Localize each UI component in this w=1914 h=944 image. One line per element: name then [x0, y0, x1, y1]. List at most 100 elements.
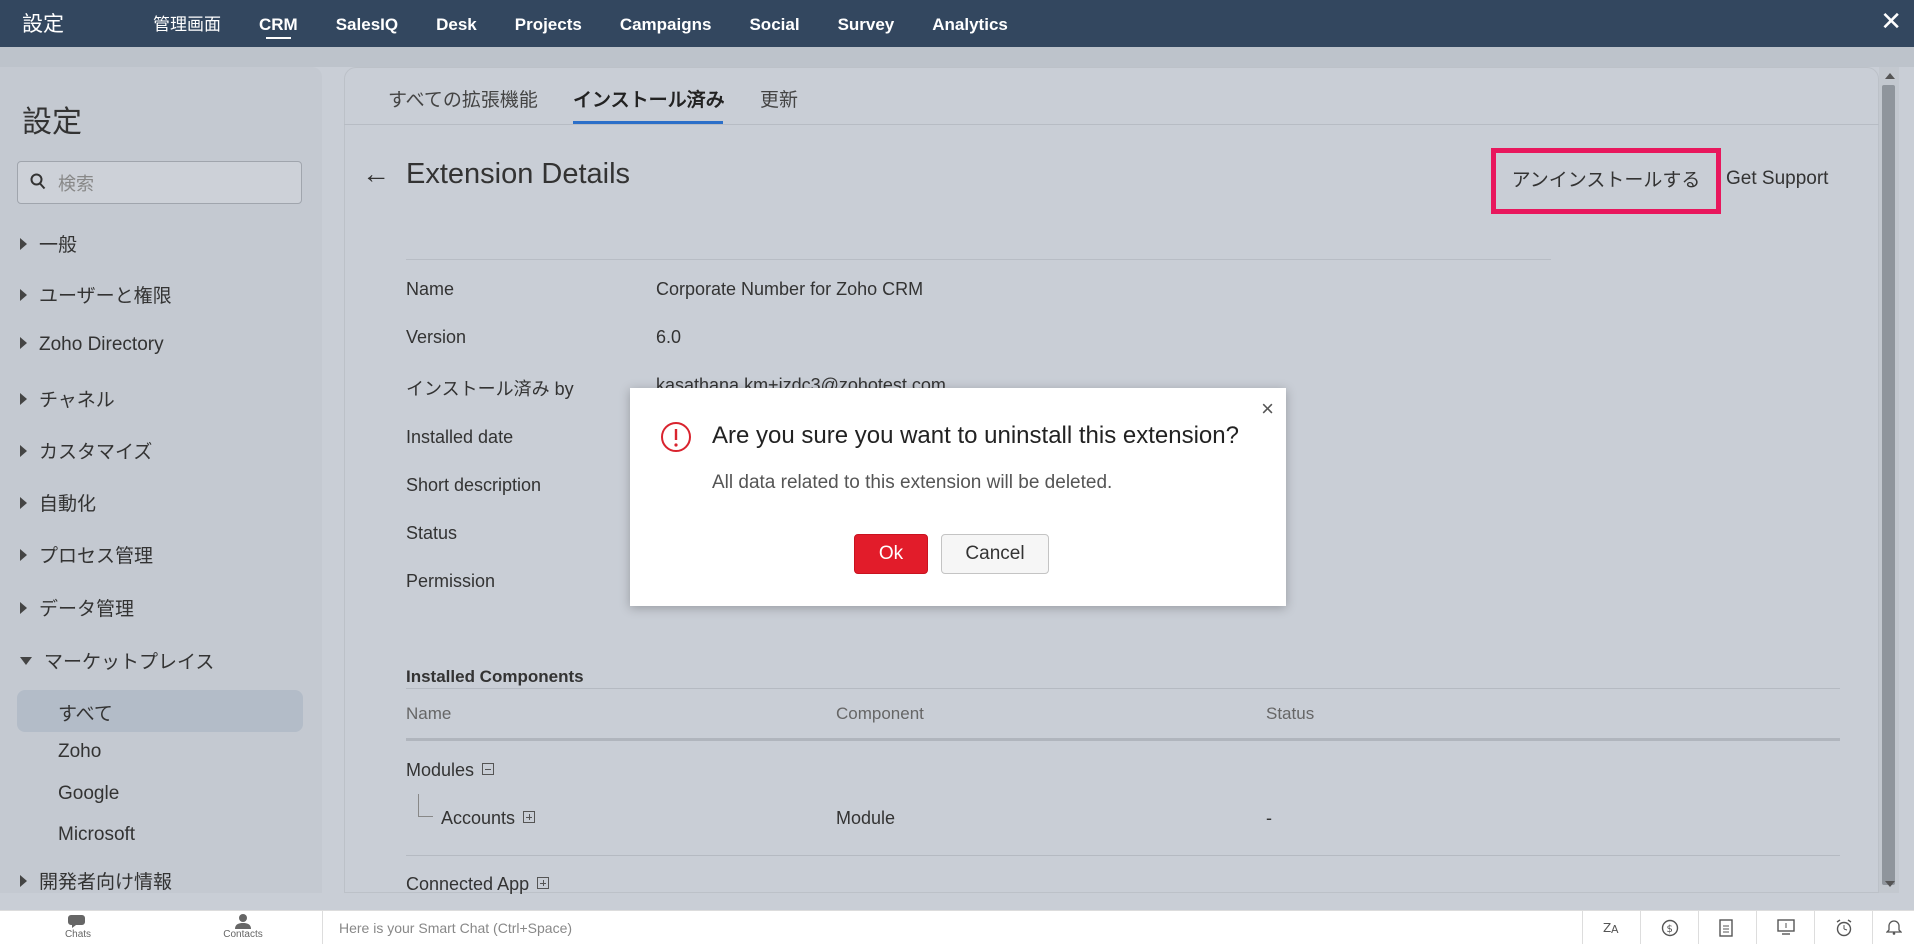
- sidebar-sub-zoho[interactable]: Zoho: [58, 741, 101, 763]
- contacts-label: Contacts: [223, 929, 263, 940]
- sidebar-item-label: チャネル: [39, 390, 115, 411]
- caret-right-icon: [20, 601, 27, 614]
- row-component: Module: [836, 808, 896, 828]
- tree-connector: [418, 794, 433, 817]
- notes-button[interactable]: [1698, 911, 1756, 944]
- caret-right-icon: [20, 392, 27, 405]
- svg-text:A: A: [1611, 923, 1619, 935]
- tabs-divider: [344, 124, 1879, 125]
- row-name: Accounts: [441, 808, 516, 828]
- nav-social[interactable]: Social: [730, 0, 818, 47]
- sidebar-item-customize[interactable]: カスタマイズ: [20, 437, 152, 464]
- currency-icon: $: [1661, 919, 1679, 937]
- get-support-link[interactable]: Get Support: [1726, 168, 1828, 190]
- sidebar-sub-microsoft[interactable]: Microsoft: [58, 824, 135, 846]
- sidebar-sub-google[interactable]: Google: [58, 783, 119, 805]
- caret-right-icon: [20, 237, 27, 250]
- sidebar-item-label: 一般: [39, 235, 78, 256]
- close-settings-icon[interactable]: ✕: [1880, 6, 1902, 37]
- caret-down-icon: [20, 656, 32, 665]
- sidebar-item-label: 自動化: [39, 494, 97, 515]
- tab-updates[interactable]: 更新: [760, 85, 798, 112]
- page-title: Extension Details: [406, 158, 631, 190]
- sidebar-item-label: プロセス管理: [39, 546, 154, 567]
- collapse-icon[interactable]: [482, 763, 495, 776]
- nav-salesiq[interactable]: SalesIQ: [317, 0, 417, 47]
- detail-value-version: 6.0: [656, 327, 682, 347]
- nav-analytics[interactable]: Analytics: [913, 0, 1027, 47]
- caret-right-icon: [20, 444, 27, 457]
- sidebar-sub-all[interactable]: すべて: [58, 699, 113, 726]
- detail-label-status: Status: [406, 523, 458, 543]
- sidebar-item-users[interactable]: ユーザーと権限: [20, 281, 172, 308]
- sidebar-item-automation[interactable]: 自動化: [20, 489, 96, 516]
- dialog-message: All data related to this extension will …: [712, 472, 1113, 493]
- sidebar-item-zoho-directory[interactable]: Zoho Directory: [20, 334, 164, 356]
- nav-desk[interactable]: Desk: [417, 0, 496, 47]
- caret-right-icon: [20, 548, 27, 561]
- sidebar-search: [17, 161, 302, 204]
- currency-button[interactable]: $: [1640, 911, 1698, 944]
- contacts-icon: [235, 914, 251, 929]
- uninstall-button[interactable]: アンインストールする: [1491, 148, 1721, 214]
- settings-sidebar: 設定 一般 ユーザーと権限 Zoho Directory チャネル カスタマイズ…: [0, 67, 322, 893]
- nav-admin[interactable]: 管理画面: [134, 0, 240, 47]
- svg-text:$: $: [1667, 924, 1673, 935]
- app-brand-title: 設定: [22, 13, 64, 36]
- installed-components-title: Installed Components: [406, 667, 584, 686]
- warning-icon: [660, 421, 692, 458]
- contacts-button[interactable]: Contacts: [220, 913, 266, 940]
- back-arrow-icon[interactable]: ←: [362, 158, 390, 190]
- detail-label-installed-by: インストール済み by: [406, 379, 574, 399]
- sidebar-item-label: カスタマイズ: [39, 442, 153, 463]
- tab-all-extensions[interactable]: すべての拡張機能: [388, 85, 538, 112]
- nav-campaigns[interactable]: Campaigns: [601, 0, 731, 47]
- sidebar-item-marketplace[interactable]: マーケットプレイス: [20, 647, 214, 674]
- sidebar-item-label: ユーザーと権限: [39, 286, 172, 307]
- tab-installed[interactable]: インストール済み: [573, 85, 725, 112]
- chats-button[interactable]: Chats: [58, 913, 98, 940]
- sidebar-item-channels[interactable]: チャネル: [20, 385, 115, 412]
- cancel-button[interactable]: Cancel: [941, 534, 1049, 574]
- group-modules[interactable]: Modules: [406, 760, 495, 781]
- sidebar-item-label: データ管理: [39, 599, 135, 620]
- nav-survey[interactable]: Survey: [819, 0, 914, 47]
- sidebar-item-data[interactable]: データ管理: [20, 594, 134, 621]
- table-row[interactable]: Accounts: [441, 808, 536, 829]
- smart-chat-input[interactable]: [337, 916, 1541, 940]
- sidebar-item-label: Zoho Directory: [39, 334, 164, 355]
- scrollbar-thumb[interactable]: [1882, 85, 1895, 885]
- caret-right-icon: [20, 288, 27, 301]
- screen-share-button[interactable]: [1756, 911, 1814, 944]
- sidebar-item-label: マーケットプレイス: [44, 652, 215, 673]
- translate-icon: ZA: [1603, 921, 1619, 935]
- sidebar-item-developer[interactable]: 開発者向け情報: [20, 867, 172, 894]
- sidebar-item-general[interactable]: 一般: [20, 230, 77, 257]
- sidebar-search-input[interactable]: [56, 170, 290, 198]
- group-label: Connected App: [406, 874, 530, 894]
- expand-icon[interactable]: [523, 811, 536, 824]
- nav-crm[interactable]: CRM: [240, 0, 317, 47]
- scroll-up-arrow-icon[interactable]: [1885, 73, 1895, 79]
- sidebar-item-process[interactable]: プロセス管理: [20, 541, 153, 568]
- nav-projects[interactable]: Projects: [496, 0, 601, 47]
- reminder-button[interactable]: [1814, 911, 1872, 944]
- column-header-component: Component: [836, 704, 924, 723]
- close-icon[interactable]: ×: [1261, 396, 1274, 422]
- main-scrollbar[interactable]: [1879, 67, 1899, 893]
- header-divider: [406, 738, 1840, 741]
- translate-button[interactable]: ZA: [1582, 911, 1640, 944]
- scroll-down-arrow-icon[interactable]: [1885, 881, 1895, 887]
- expand-icon[interactable]: [537, 877, 550, 890]
- row-divider: [406, 855, 1840, 856]
- group-connected-app[interactable]: Connected App: [406, 874, 550, 895]
- caret-right-icon: [20, 874, 27, 887]
- announcements-button[interactable]: [1872, 911, 1914, 944]
- detail-label-version: Version: [406, 327, 467, 347]
- components-top-divider: [406, 688, 1840, 689]
- group-label: Modules: [406, 760, 475, 780]
- ok-button[interactable]: Ok: [854, 534, 928, 574]
- uninstall-confirm-dialog: × Are you sure you want to uninstall thi…: [630, 388, 1286, 606]
- sidebar-title: 設定: [22, 106, 82, 139]
- alarm-clock-icon: [1836, 919, 1852, 937]
